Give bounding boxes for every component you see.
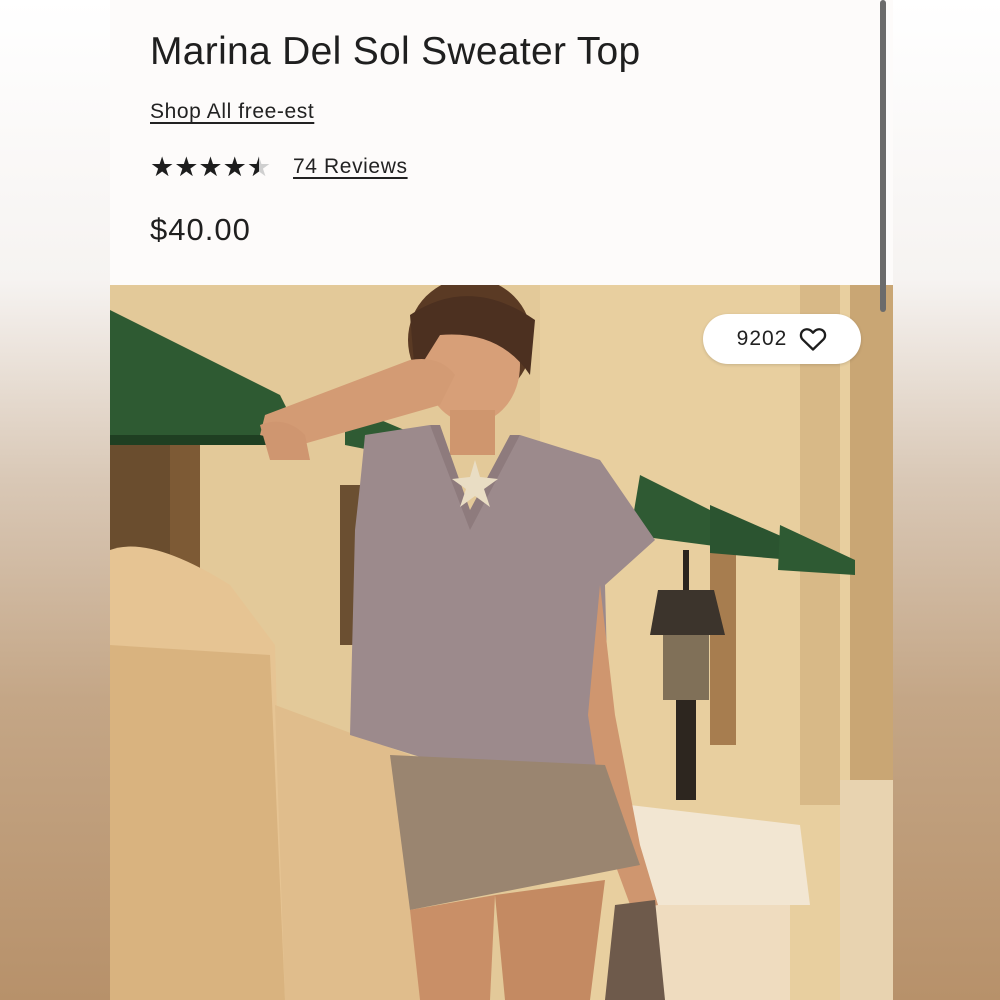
handbag [605,900,665,1000]
heart-icon [800,328,827,351]
like-count: 9202 [736,327,788,350]
rating-row: ★★★★★ ★★★★★ 74 Reviews [150,152,408,182]
star-rating[interactable]: ★★★★★ ★★★★★ [150,152,271,182]
product-hero-image[interactable]: 9202 [110,285,893,1000]
right-background-margin [893,0,1000,1000]
product-title: Marina Del Sol Sweater Top [150,30,641,73]
like-count-button[interactable]: 9202 [703,314,861,364]
star-rating-filled-icon: ★★★★★ [150,152,259,182]
product-photo [110,285,893,1000]
scrollbar[interactable] [880,0,886,312]
left-background-margin [0,0,110,1000]
reviews-link[interactable]: 74 Reviews [293,155,408,179]
shop-all-brand-link[interactable]: Shop All free-est [150,100,314,124]
product-page[interactable]: Marina Del Sol Sweater Top Shop All free… [110,0,893,1000]
product-price: $40.00 [150,212,251,247]
